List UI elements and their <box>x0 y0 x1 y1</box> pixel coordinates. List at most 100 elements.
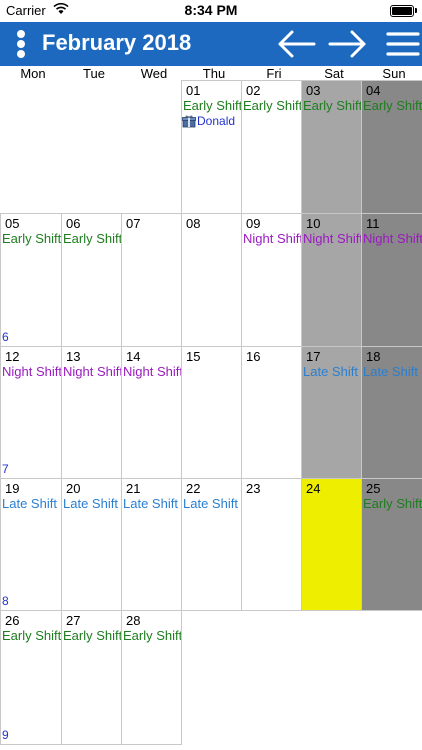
shift-label: Early Shift <box>183 98 242 113</box>
day-number: 03 <box>306 83 321 98</box>
day-cell[interactable]: 21 Late Shift <box>121 478 182 611</box>
shift-label: Night Shift <box>363 231 422 246</box>
day-number: 09 <box>246 216 261 231</box>
shift-label: Early Shift <box>2 231 62 246</box>
day-number: 06 <box>66 216 81 231</box>
shift-label: Early Shift <box>63 628 122 643</box>
day-number: 12 <box>5 349 20 364</box>
day-number: 21 <box>126 481 141 496</box>
month-grid: 01 Early Shift Donald 02 Early Shift 03 Early … <box>0 80 422 745</box>
day-cell[interactable]: 05 Early Shift 6 <box>0 213 62 347</box>
day-cell[interactable]: 23 <box>241 478 302 611</box>
shift-label: Night Shift <box>123 364 182 379</box>
day-number: 24 <box>306 481 321 496</box>
day-cell[interactable]: 19 Late Shift 8 <box>0 478 62 611</box>
shift-label: Late Shift <box>183 496 238 511</box>
day-number: 19 <box>5 481 20 496</box>
day-number: 05 <box>5 216 20 231</box>
arrow-right-icon[interactable] <box>326 26 370 62</box>
day-number: 01 <box>186 83 201 98</box>
day-number: 25 <box>366 481 381 496</box>
day-number: 18 <box>366 349 381 364</box>
day-number: 14 <box>126 349 141 364</box>
status-time: 8:34 PM <box>184 2 238 18</box>
arrow-left-icon[interactable] <box>274 26 318 62</box>
weekday-thu: Thu <box>202 66 226 81</box>
day-number: 08 <box>186 216 201 231</box>
week-number: 7 <box>2 462 9 476</box>
day-cell[interactable]: 02 Early Shift <box>241 80 302 214</box>
week-number: 6 <box>2 330 9 344</box>
vertical-dots-icon[interactable] <box>14 28 28 60</box>
day-number: 16 <box>246 349 261 364</box>
day-cell[interactable]: 24 <box>301 478 362 611</box>
shift-label: Night Shift <box>2 364 62 379</box>
shift-label: Night Shift <box>303 231 362 246</box>
day-cell[interactable]: 06 Early Shift <box>61 213 122 347</box>
day-cell[interactable]: 17 Late Shift <box>301 346 362 479</box>
gift-icon <box>182 115 196 128</box>
day-cell[interactable]: 14 Night Shift <box>121 346 182 479</box>
shift-label: Early Shift <box>2 628 62 643</box>
day-number: 23 <box>246 481 261 496</box>
day-number: 13 <box>66 349 81 364</box>
shift-label: Early Shift <box>363 496 422 511</box>
shift-label: Late Shift <box>123 496 178 511</box>
shift-label: Late Shift <box>303 364 358 379</box>
shift-label: Late Shift <box>2 496 57 511</box>
weekday-sat: Sat <box>324 66 344 81</box>
day-number: 15 <box>186 349 201 364</box>
day-cell[interactable]: 25 Early Shift <box>361 478 422 611</box>
day-cell[interactable]: 10 Night Shift <box>301 213 362 347</box>
day-cell[interactable]: 16 <box>241 346 302 479</box>
month-title: February 2018 <box>42 30 192 55</box>
day-number: 11 <box>366 216 380 231</box>
hamburger-icon[interactable] <box>382 26 422 62</box>
day-cell[interactable]: 09 Night Shift <box>241 213 302 347</box>
shift-label: Early Shift <box>303 98 362 113</box>
day-cell[interactable]: 01 Early Shift Donald <box>181 80 242 214</box>
day-cell[interactable]: 03 Early Shift <box>301 80 362 214</box>
day-number: 22 <box>186 481 201 496</box>
day-number: 27 <box>66 613 81 628</box>
weekday-sun: Sun <box>382 66 406 81</box>
day-number: 17 <box>306 349 321 364</box>
shift-label: Early Shift <box>123 628 182 643</box>
shift-label: Late Shift <box>363 364 418 379</box>
day-cell[interactable]: 28 Early Shift <box>121 610 182 745</box>
day-cell[interactable]: 04 Early Shift <box>361 80 422 214</box>
day-number: 10 <box>306 216 321 231</box>
day-number: 26 <box>5 613 20 628</box>
battery-icon <box>390 5 417 17</box>
week-number: 8 <box>2 594 9 608</box>
shift-label: Night Shift <box>243 231 302 246</box>
week-number: 9 <box>2 728 9 742</box>
day-cell[interactable]: 22 Late Shift <box>181 478 242 611</box>
day-number: 04 <box>366 83 381 98</box>
shift-label: Night Shift <box>63 364 122 379</box>
day-number: 28 <box>126 613 141 628</box>
day-cell[interactable]: 15 <box>181 346 242 479</box>
day-number: 02 <box>246 83 261 98</box>
day-cell[interactable]: 13 Night Shift <box>61 346 122 479</box>
status-bar: Carrier 8:34 PM <box>0 0 422 22</box>
day-cell[interactable]: 12 Night Shift 7 <box>0 346 62 479</box>
weekday-wed: Wed <box>140 66 168 81</box>
event-entry[interactable]: Donald <box>182 114 235 128</box>
day-cell[interactable]: 08 <box>181 213 242 347</box>
day-cell[interactable]: 07 <box>121 213 182 347</box>
day-cell[interactable]: 26 Early Shift 9 <box>0 610 62 745</box>
day-number: 07 <box>126 216 141 231</box>
day-cell[interactable]: 27 Early Shift <box>61 610 122 745</box>
nav-bar: February 2018 <box>0 22 422 66</box>
day-cell[interactable]: 18 Late Shift <box>361 346 422 479</box>
day-cell[interactable]: 11 Night Shift <box>361 213 422 347</box>
weekday-mon: Mon <box>20 66 46 81</box>
shift-label: Late Shift <box>63 496 118 511</box>
weekday-tue: Tue <box>83 66 105 81</box>
weekday-fri: Fri <box>266 66 282 81</box>
shift-label: Early Shift <box>63 231 122 246</box>
shift-label: Early Shift <box>363 98 422 113</box>
day-cell[interactable]: 20 Late Shift <box>61 478 122 611</box>
shift-label: Early Shift <box>243 98 302 113</box>
